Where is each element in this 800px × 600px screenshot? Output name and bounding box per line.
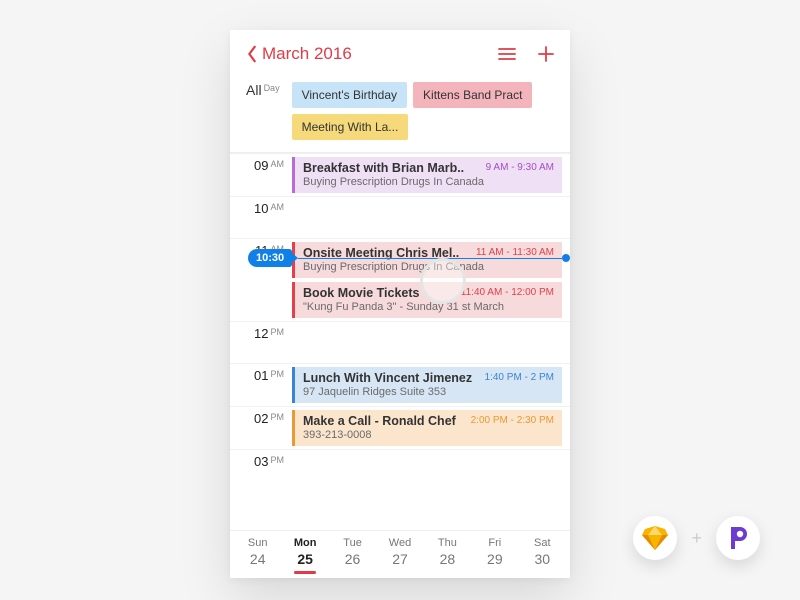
hour-label: 02PM bbox=[230, 407, 292, 449]
event-subtitle: 393-213-0008 bbox=[303, 429, 554, 441]
calendar-event[interactable]: Make a Call - Ronald Chef393-213-00082:0… bbox=[292, 410, 562, 446]
day-cell[interactable]: Sun24 bbox=[234, 537, 281, 574]
event-time: 1:40 PM - 2 PM bbox=[485, 372, 554, 383]
hour-label: 10AM bbox=[230, 197, 292, 238]
week-strip: Sun24Mon25Tue26Wed27Thu28Fri29Sat30 bbox=[230, 530, 570, 578]
hour-content bbox=[292, 197, 570, 238]
event-time: 11:40 AM - 12:00 PM bbox=[461, 287, 554, 298]
calendar-app: March 2016 All Day Vincent's BirthdayKit… bbox=[230, 30, 570, 578]
day-cell[interactable]: Sat30 bbox=[519, 537, 566, 574]
all-day-section: All Day Vincent's BirthdayKittens Band P… bbox=[230, 74, 570, 153]
hour-row: 11AMOnsite Meeting Chris Mel..Buying Pre… bbox=[230, 238, 570, 321]
hour-label: 09AM bbox=[230, 154, 292, 196]
principle-icon bbox=[727, 525, 749, 551]
day-cell[interactable]: Fri29 bbox=[471, 537, 518, 574]
touch-indicator-icon bbox=[420, 258, 466, 304]
header-bar: March 2016 bbox=[230, 30, 570, 74]
hour-content bbox=[292, 450, 570, 491]
principle-badge bbox=[716, 516, 760, 560]
add-event-button[interactable] bbox=[538, 46, 554, 62]
hour-label: 11AM bbox=[230, 239, 292, 321]
event-subtitle: "Kung Fu Panda 3" - Sunday 31 st March bbox=[303, 301, 554, 313]
hour-row: 03PM bbox=[230, 449, 570, 491]
tool-badges: + bbox=[633, 516, 760, 560]
plus-icon bbox=[538, 46, 554, 62]
back-button[interactable]: March 2016 bbox=[246, 44, 352, 64]
hour-label: 12PM bbox=[230, 322, 292, 363]
hour-label: 03PM bbox=[230, 450, 292, 491]
sketch-icon bbox=[642, 526, 668, 550]
all-day-chips: Vincent's BirthdayKittens Band PractMeet… bbox=[292, 82, 554, 140]
all-day-chip[interactable]: Vincent's Birthday bbox=[292, 82, 407, 108]
day-cell[interactable]: Tue26 bbox=[329, 537, 376, 574]
event-time: 9 AM - 9:30 AM bbox=[486, 162, 554, 173]
hour-content: Make a Call - Ronald Chef393-213-00082:0… bbox=[292, 407, 570, 449]
event-time: 11 AM - 11:30 AM bbox=[476, 247, 554, 258]
timeline[interactable]: 10:30 09AMBreakfast with Brian Marb..Buy… bbox=[230, 153, 570, 530]
event-time: 2:00 PM - 2:30 PM bbox=[471, 415, 554, 426]
all-day-chip[interactable]: Meeting With La... bbox=[292, 114, 409, 140]
day-cell[interactable]: Mon25 bbox=[281, 537, 328, 574]
hour-row: 10AM bbox=[230, 196, 570, 238]
event-subtitle: Buying Prescription Drugs In Canada bbox=[303, 176, 554, 188]
header-actions bbox=[498, 46, 554, 62]
day-cell[interactable]: Wed27 bbox=[376, 537, 423, 574]
hour-label: 01PM bbox=[230, 364, 292, 406]
all-day-label: All Day bbox=[246, 82, 280, 140]
hour-row: 12PM bbox=[230, 321, 570, 363]
hour-content: Lunch With Vincent Jimenez97 Jaquelin Ri… bbox=[292, 364, 570, 406]
hour-row: 01PMLunch With Vincent Jimenez97 Jaqueli… bbox=[230, 363, 570, 406]
day-cell[interactable]: Thu28 bbox=[424, 537, 471, 574]
event-subtitle: 97 Jaquelin Ridges Suite 353 bbox=[303, 386, 554, 398]
active-day-indicator bbox=[294, 571, 316, 574]
menu-icon bbox=[498, 47, 516, 61]
hour-row: 02PMMake a Call - Ronald Chef393-213-000… bbox=[230, 406, 570, 449]
hour-content bbox=[292, 322, 570, 363]
calendar-event[interactable]: Lunch With Vincent Jimenez97 Jaquelin Ri… bbox=[292, 367, 562, 403]
hour-content: Breakfast with Brian Marb..Buying Prescr… bbox=[292, 154, 570, 196]
chevron-left-icon bbox=[246, 45, 258, 63]
sketch-badge bbox=[633, 516, 677, 560]
hour-row: 09AMBreakfast with Brian Marb..Buying Pr… bbox=[230, 153, 570, 196]
header-title: March 2016 bbox=[262, 44, 352, 64]
calendar-event[interactable]: Breakfast with Brian Marb..Buying Prescr… bbox=[292, 157, 562, 193]
separator: + bbox=[691, 528, 702, 549]
all-day-chip[interactable]: Kittens Band Pract bbox=[413, 82, 532, 108]
list-view-button[interactable] bbox=[498, 47, 516, 61]
